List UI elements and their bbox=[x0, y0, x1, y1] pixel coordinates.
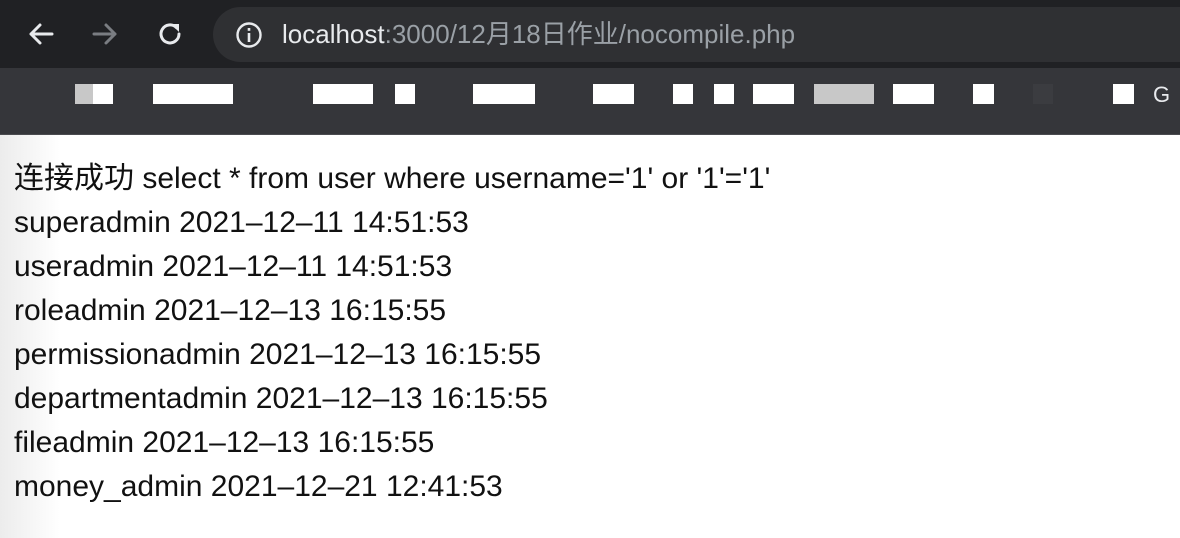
bookmark-item[interactable] bbox=[973, 84, 994, 104]
user-row: roleadmin 2021–12–13 16:15:55 bbox=[14, 294, 447, 327]
user-row: fileadmin 2021–12–13 16:15:55 bbox=[14, 426, 435, 459]
address-bar[interactable]: localhost:3000/12月18日作业/nocompile.php bbox=[213, 7, 1180, 62]
reload-button[interactable] bbox=[150, 14, 190, 54]
arrow-right-icon bbox=[92, 23, 117, 45]
bookmark-item[interactable] bbox=[893, 84, 934, 104]
info-circle-icon[interactable] bbox=[235, 21, 263, 49]
bookmark-item[interactable] bbox=[593, 84, 634, 104]
user-row: departmentadmin 2021–12–13 16:15:55 bbox=[14, 382, 548, 415]
bookmark-favicon[interactable] bbox=[75, 84, 93, 104]
connection-status-line: 连接成功 select * from user where username='… bbox=[14, 162, 771, 195]
user-row: useradmin 2021–12–11 14:51:53 bbox=[14, 250, 453, 283]
query-output: 连接成功 select * from user where username='… bbox=[14, 157, 770, 509]
page-content: 连接成功 select * from user where username='… bbox=[0, 135, 1180, 538]
back-button[interactable] bbox=[21, 14, 61, 54]
bookmark-item[interactable] bbox=[395, 84, 415, 104]
bookmark-item[interactable] bbox=[93, 84, 113, 104]
reload-icon bbox=[159, 23, 181, 45]
bookmark-item[interactable] bbox=[753, 84, 794, 104]
bookmark-item[interactable] bbox=[673, 84, 693, 104]
forward-button[interactable] bbox=[85, 14, 125, 54]
arrow-left-icon bbox=[29, 23, 54, 45]
bookmark-item[interactable] bbox=[814, 84, 874, 104]
user-row: money_admin 2021–12–21 12:41:53 bbox=[14, 470, 503, 503]
bookmark-item[interactable] bbox=[473, 84, 535, 104]
user-row: superadmin 2021–12–11 14:51:53 bbox=[14, 206, 469, 239]
bookmark-item[interactable] bbox=[313, 84, 373, 104]
browser-chrome: localhost:3000/12月18日作业/nocompile.php G bbox=[0, 0, 1180, 135]
browser-toolbar: localhost:3000/12月18日作业/nocompile.php bbox=[0, 0, 1180, 68]
user-row: permissionadmin 2021–12–13 16:15:55 bbox=[14, 338, 542, 371]
url-host: localhost bbox=[282, 19, 385, 49]
url-text: localhost:3000/12月18日作业/nocompile.php bbox=[282, 19, 795, 49]
bookmark-item[interactable] bbox=[1113, 84, 1134, 104]
bookmark-label[interactable]: G bbox=[1153, 82, 1170, 108]
bookmark-item[interactable] bbox=[153, 84, 233, 104]
url-path: :3000/12月18日作业/nocompile.php bbox=[384, 19, 796, 49]
bookmark-item[interactable] bbox=[1033, 84, 1053, 104]
bookmarks-bar: G bbox=[0, 68, 1180, 134]
bookmark-item[interactable] bbox=[714, 84, 734, 104]
